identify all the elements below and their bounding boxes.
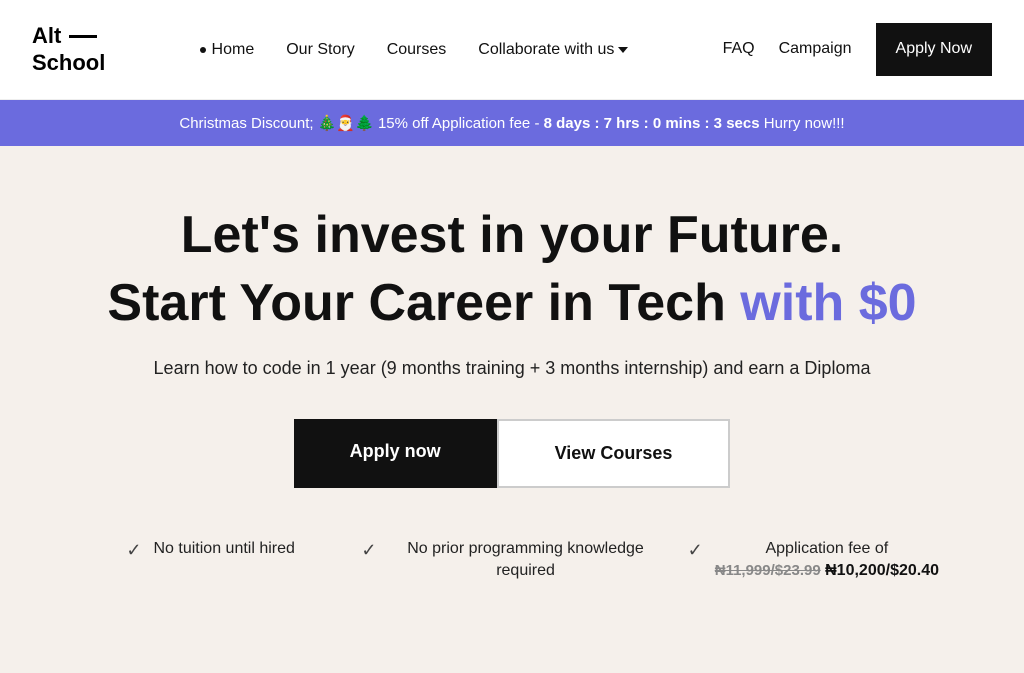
hero-title-line2-accent: with $0 xyxy=(740,274,916,332)
nav-item-home[interactable]: Home xyxy=(200,41,255,59)
logo-alt: Alt xyxy=(32,23,61,49)
nav-faq-link[interactable]: FAQ xyxy=(723,40,755,58)
banner-text-before: Christmas Discount; 🎄🎅🌲 15% off Applicat… xyxy=(179,115,539,132)
nav-right: FAQ Campaign Apply Now xyxy=(723,23,992,76)
nav-campaign-link[interactable]: Campaign xyxy=(779,40,852,58)
chevron-down-icon xyxy=(618,47,628,53)
nav-links: Home Our Story Courses Collaborate with … xyxy=(105,41,722,59)
nav-our-story-label: Our Story xyxy=(286,41,354,58)
feature-no-prior: ✓ No prior programming knowledge require… xyxy=(361,538,662,583)
nav-home-link[interactable]: Home xyxy=(200,41,255,59)
nav-apply-now-button[interactable]: Apply Now xyxy=(876,23,992,76)
nav-courses-label: Courses xyxy=(387,41,447,58)
hero-subtitle: Learn how to code in 1 year (9 months tr… xyxy=(20,358,1004,379)
features-section: ✓ No tuition until hired ✓ No prior prog… xyxy=(20,538,1004,623)
app-fee-original-price: ₦11,999/$23.99 xyxy=(715,562,821,579)
logo-school: School xyxy=(32,50,105,76)
banner-timer: 8 days : 7 hrs : 0 mins : 3 secs xyxy=(544,115,760,132)
hero-buttons: Apply now View Courses xyxy=(20,419,1004,488)
home-dot-icon xyxy=(200,47,206,53)
app-fee-new-price: ₦10,200/$20.40 xyxy=(825,562,939,579)
nav-courses-link[interactable]: Courses xyxy=(387,41,447,58)
logo: Alt School xyxy=(32,23,105,76)
promo-banner: Christmas Discount; 🎄🎅🌲 15% off Applicat… xyxy=(0,100,1024,146)
nav-home-label: Home xyxy=(212,41,255,59)
nav-campaign-label: Campaign xyxy=(779,40,852,57)
check-icon-3: ✓ xyxy=(688,540,703,561)
check-icon-2: ✓ xyxy=(361,540,376,561)
nav-item-collaborate[interactable]: Collaborate with us xyxy=(478,41,628,59)
nav-collaborate-label: Collaborate with us xyxy=(478,41,614,59)
app-fee-prefix: Application fee of xyxy=(765,540,888,557)
feature-app-fee: ✓ Application fee of ₦11,999/$23.99 ₦10,… xyxy=(663,538,964,583)
feature-app-fee-text: Application fee of ₦11,999/$23.99 ₦10,20… xyxy=(715,538,939,583)
nav-collaborate-link[interactable]: Collaborate with us xyxy=(478,41,628,59)
banner-text-after: Hurry now!!! xyxy=(764,115,845,132)
hero-section: Let's invest in your Future. Start Your … xyxy=(0,146,1024,662)
hero-title-line2: Start Your Career in Tech with $0 xyxy=(20,274,1004,334)
nav-item-our-story[interactable]: Our Story xyxy=(286,41,354,59)
hero-title-line1: Let's invest in your Future. xyxy=(20,206,1004,266)
logo-dash-icon xyxy=(69,35,97,38)
view-courses-button[interactable]: View Courses xyxy=(497,419,731,488)
nav-item-courses[interactable]: Courses xyxy=(387,41,447,59)
feature-no-tuition: ✓ No tuition until hired xyxy=(60,538,361,561)
nav-our-story-link[interactable]: Our Story xyxy=(286,41,354,58)
navbar: Alt School Home Our Story Courses Collab… xyxy=(0,0,1024,100)
nav-faq-label: FAQ xyxy=(723,40,755,57)
check-icon-1: ✓ xyxy=(126,540,141,561)
feature-no-prior-text: No prior programming knowledge required xyxy=(388,538,662,583)
feature-no-tuition-text: No tuition until hired xyxy=(154,538,295,560)
apply-now-button[interactable]: Apply now xyxy=(294,419,497,488)
hero-title-line2-start: Start Your Career in Tech xyxy=(107,274,725,332)
